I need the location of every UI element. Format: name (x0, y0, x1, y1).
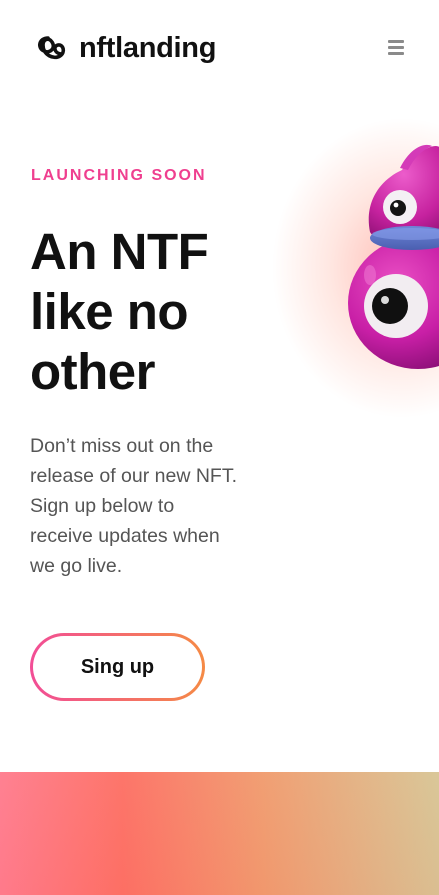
headline-line: like no (30, 283, 189, 340)
brand-name: nftlanding (79, 32, 217, 64)
launch-eyebrow-label: LAUNCHING SOON (31, 167, 207, 184)
brand-logo[interactable]: nftlanding (34, 30, 216, 66)
signup-button-label: Sing up (33, 636, 202, 698)
bottom-gradient-band (0, 772, 439, 895)
hamburger-menu-icon (388, 52, 404, 55)
description-line: Don’t miss out on the (30, 435, 214, 457)
headline-line: other (30, 343, 156, 400)
hamburger-menu-button[interactable] (386, 38, 406, 56)
description-line: Sign up below to (30, 495, 175, 517)
headline-line: An NTF (30, 223, 209, 280)
hero-description: Don’t miss out on the release of our new… (30, 431, 270, 581)
pink-3d-creature-image (348, 144, 439, 369)
hamburger-menu-icon (388, 46, 404, 49)
hero-headline: An NTF like no other (30, 222, 290, 402)
description-line: release of our new NFT. (30, 465, 238, 487)
signup-button[interactable]: Sing up (30, 633, 205, 701)
hamburger-menu-icon (388, 40, 404, 43)
description-line: we go live. (30, 555, 123, 577)
description-line: receive updates when (30, 525, 220, 547)
nftlanding-logo-icon (38, 36, 66, 60)
landing-page: nftlanding LAUNCHING SOON An NTF like no… (0, 0, 439, 895)
